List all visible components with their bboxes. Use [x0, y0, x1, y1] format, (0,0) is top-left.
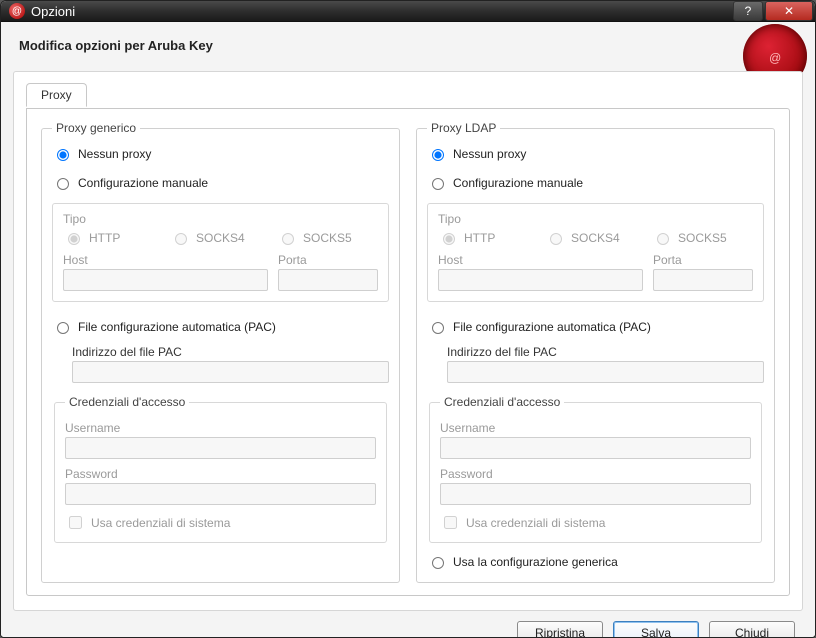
generic-pac-radio[interactable]: [57, 322, 69, 334]
generic-password-label: Password: [65, 467, 376, 481]
proxy-ldap-group: Proxy LDAP Nessun proxy Configurazione m…: [416, 121, 775, 583]
options-window: @ Opzioni ? ✕ Modifica opzioni per Aruba…: [0, 0, 816, 638]
app-icon: @: [9, 3, 25, 19]
ldap-type-socks5-label: SOCKS5: [678, 231, 727, 245]
generic-username-input[interactable]: [65, 437, 376, 459]
generic-port-label: Porta: [278, 253, 378, 267]
generic-type-socks4-radio[interactable]: [175, 233, 187, 245]
ldap-no-proxy-option[interactable]: Nessun proxy: [427, 143, 764, 164]
generic-pac-addr-input[interactable]: [72, 361, 389, 383]
ldap-use-system-cred-label: Usa credenziali di sistema: [466, 516, 605, 530]
ldap-no-proxy-radio[interactable]: [432, 149, 444, 161]
ldap-manual-label: Configurazione manuale: [453, 176, 583, 190]
ldap-use-system-cred-checkbox[interactable]: [444, 516, 457, 529]
generic-type-socks5-option[interactable]: SOCKS5: [277, 230, 378, 245]
generic-type-http-option[interactable]: HTTP: [63, 230, 164, 245]
ldap-type-socks4-radio[interactable]: [550, 233, 562, 245]
generic-type-http-radio[interactable]: [68, 233, 80, 245]
generic-password-input[interactable]: [65, 483, 376, 505]
generic-type-socks5-radio[interactable]: [282, 233, 294, 245]
generic-no-proxy-label: Nessun proxy: [78, 147, 151, 161]
generic-no-proxy-radio[interactable]: [57, 149, 69, 161]
tab-proxy-body: Proxy generico Nessun proxy Configurazio…: [26, 108, 790, 596]
ldap-username-input[interactable]: [440, 437, 751, 459]
ldap-type-socks5-option[interactable]: SOCKS5: [652, 230, 753, 245]
generic-credentials-box: Credenziali d'accesso Username Password …: [54, 395, 387, 543]
ldap-use-generic-option[interactable]: Usa la configurazione generica: [427, 551, 764, 572]
generic-type-socks5-label: SOCKS5: [303, 231, 352, 245]
ldap-type-label: Tipo: [438, 212, 753, 226]
ldap-pac-addr-input[interactable]: [447, 361, 764, 383]
ldap-manual-radio[interactable]: [432, 178, 444, 190]
content-area: Modifica opzioni per Aruba Key @ Proxy P…: [1, 22, 815, 638]
ldap-pac-addr-label: Indirizzo del file PAC: [447, 345, 764, 359]
ldap-pac-radio[interactable]: [432, 322, 444, 334]
ldap-credentials-box: Credenziali d'accesso Username Password …: [429, 395, 762, 543]
generic-use-system-cred-label: Usa credenziali di sistema: [91, 516, 230, 530]
generic-manual-label: Configurazione manuale: [78, 176, 208, 190]
page-title: Modifica opzioni per Aruba Key: [13, 32, 803, 67]
ldap-type-socks4-label: SOCKS4: [571, 231, 620, 245]
ldap-type-socks5-radio[interactable]: [657, 233, 669, 245]
generic-pac-label: File configurazione automatica (PAC): [78, 320, 276, 334]
ldap-username-label: Username: [440, 421, 751, 435]
save-button[interactable]: Salva: [613, 621, 699, 638]
window-title: Opzioni: [31, 4, 733, 19]
tabstrip: Proxy: [26, 82, 790, 108]
generic-type-http-label: HTTP: [89, 231, 120, 245]
svg-text:@: @: [769, 51, 781, 65]
ldap-port-input[interactable]: [653, 269, 753, 291]
proxy-generic-group: Proxy generico Nessun proxy Configurazio…: [41, 121, 400, 583]
ldap-use-system-cred-option[interactable]: Usa credenziali di sistema: [440, 513, 751, 532]
dialog-footer: Ripristina Salva Chiudi: [13, 611, 803, 638]
generic-type-socks4-label: SOCKS4: [196, 231, 245, 245]
ldap-manual-option[interactable]: Configurazione manuale: [427, 172, 764, 193]
generic-credentials-legend: Credenziali d'accesso: [65, 395, 189, 409]
ldap-type-http-option[interactable]: HTTP: [438, 230, 539, 245]
ldap-type-socks4-option[interactable]: SOCKS4: [545, 230, 646, 245]
generic-no-proxy-option[interactable]: Nessun proxy: [52, 143, 389, 164]
ldap-no-proxy-label: Nessun proxy: [453, 147, 526, 161]
generic-use-system-cred-checkbox[interactable]: [69, 516, 82, 529]
generic-pac-option[interactable]: File configurazione automatica (PAC): [52, 316, 389, 337]
close-window-button[interactable]: ✕: [765, 1, 813, 21]
generic-username-label: Username: [65, 421, 376, 435]
proxy-generic-legend: Proxy generico: [52, 121, 140, 135]
ldap-use-generic-label: Usa la configurazione generica: [453, 555, 618, 569]
generic-manual-option[interactable]: Configurazione manuale: [52, 172, 389, 193]
proxy-ldap-legend: Proxy LDAP: [427, 121, 500, 135]
ldap-host-input[interactable]: [438, 269, 643, 291]
titlebar[interactable]: @ Opzioni ? ✕: [1, 1, 815, 22]
ldap-password-label: Password: [440, 467, 751, 481]
restore-button[interactable]: Ripristina: [517, 621, 603, 638]
ldap-type-http-radio[interactable]: [443, 233, 455, 245]
generic-type-label: Tipo: [63, 212, 378, 226]
ldap-port-label: Porta: [653, 253, 753, 267]
ldap-use-generic-radio[interactable]: [432, 557, 444, 569]
ldap-pac-label: File configurazione automatica (PAC): [453, 320, 651, 334]
ldap-manual-box: Tipo HTTP SOCKS4: [427, 203, 764, 302]
ldap-password-input[interactable]: [440, 483, 751, 505]
main-panel: Proxy Proxy generico Nessun proxy Config…: [13, 71, 803, 611]
generic-use-system-cred-option[interactable]: Usa credenziali di sistema: [65, 513, 376, 532]
generic-type-socks4-option[interactable]: SOCKS4: [170, 230, 271, 245]
help-button[interactable]: ?: [733, 1, 763, 21]
generic-manual-radio[interactable]: [57, 178, 69, 190]
generic-port-input[interactable]: [278, 269, 378, 291]
ldap-credentials-legend: Credenziali d'accesso: [440, 395, 564, 409]
ldap-pac-option[interactable]: File configurazione automatica (PAC): [427, 316, 764, 337]
ldap-host-label: Host: [438, 253, 643, 267]
close-button[interactable]: Chiudi: [709, 621, 795, 638]
ldap-type-http-label: HTTP: [464, 231, 495, 245]
generic-manual-box: Tipo HTTP SOCKS4: [52, 203, 389, 302]
generic-pac-addr-label: Indirizzo del file PAC: [72, 345, 389, 359]
generic-host-input[interactable]: [63, 269, 268, 291]
tab-proxy[interactable]: Proxy: [26, 83, 87, 107]
generic-host-label: Host: [63, 253, 268, 267]
